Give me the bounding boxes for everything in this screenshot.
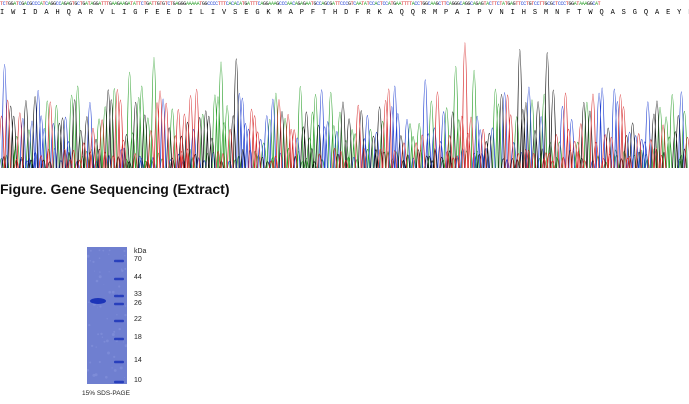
- gel-texture: [89, 260, 91, 262]
- gel-texture: [105, 375, 108, 379]
- gel-background: [87, 247, 127, 384]
- ladder-band-10: [114, 380, 124, 384]
- gel-texture: [97, 307, 98, 309]
- gel-texture: [98, 257, 101, 259]
- gel-texture: [111, 261, 113, 263]
- gel-texture: [123, 249, 126, 253]
- gel-texture: [108, 253, 110, 255]
- marker-label-10: 10: [134, 377, 142, 384]
- gel-texture: [106, 318, 108, 320]
- gel-texture: [119, 366, 123, 370]
- marker-label-22: 22: [134, 316, 142, 323]
- dna-sequence: TCTGGATCGACGCCCATCAGGCCAGAGTGCTGATAGGATT…: [0, 1, 601, 7]
- marker-label-70: 70: [134, 256, 142, 263]
- gel-texture: [103, 340, 106, 343]
- ladder-band-14: [114, 360, 124, 364]
- gel-texture: [89, 361, 92, 364]
- marker-label-26: 26: [134, 300, 142, 307]
- gel-texture: [124, 313, 127, 317]
- kda-unit-label: kDa: [134, 248, 147, 255]
- sds-page-figure: kDa 70 44 33 26 22 18 14 10 15% SDS-PAGE: [80, 245, 180, 400]
- gel-texture: [92, 260, 95, 263]
- ladder-band-18: [114, 337, 124, 341]
- gel-texture: [124, 255, 126, 257]
- gel-texture: [123, 341, 125, 343]
- gel-texture: [93, 270, 95, 272]
- gel-texture: [116, 314, 118, 316]
- figure-caption: Figure. Gene Sequencing (Extract): [0, 181, 230, 197]
- gel-texture: [121, 269, 124, 272]
- gel-caption: 15% SDS-PAGE: [82, 390, 130, 397]
- gel-texture: [100, 332, 103, 336]
- gel-texture: [99, 271, 101, 273]
- chromatogram-trace: [0, 42, 689, 169]
- gel-texture: [101, 336, 104, 338]
- gel-texture: [107, 351, 110, 355]
- gel-texture: [90, 344, 94, 348]
- gel-texture: [88, 301, 90, 303]
- gel-texture: [108, 249, 111, 252]
- gel-texture: [113, 355, 116, 358]
- gel-texture: [124, 305, 127, 307]
- gel-texture: [97, 333, 100, 336]
- ladder-band-70: [114, 259, 124, 263]
- gel-texture: [111, 290, 115, 294]
- gel-texture: [89, 249, 92, 252]
- gel-texture: [99, 305, 102, 308]
- gel-texture: [108, 290, 111, 294]
- protein-sequence: I W I D A H Q A R V L I G F E E D I L I …: [0, 9, 689, 17]
- gel-texture: [118, 327, 121, 331]
- gel-texture: [98, 360, 101, 364]
- sample-band: [90, 298, 106, 304]
- ladder-band-22: [114, 319, 124, 323]
- trace-base-a: [0, 57, 688, 169]
- ladder-band-33: [114, 294, 124, 298]
- gel-texture: [111, 367, 113, 369]
- gel-texture: [102, 249, 105, 252]
- gel-texture: [108, 271, 110, 273]
- gel-texture: [113, 369, 117, 372]
- gel-texture: [103, 284, 105, 285]
- gel-texture: [111, 333, 115, 336]
- ladder-band-44: [114, 277, 124, 281]
- marker-label-33: 33: [134, 291, 142, 298]
- marker-label-14: 14: [134, 357, 142, 364]
- gel-texture: [94, 373, 98, 377]
- gel-texture: [88, 324, 91, 327]
- marker-label-44: 44: [134, 274, 142, 281]
- ladder-band-26: [114, 302, 124, 306]
- gel-texture: [106, 339, 109, 343]
- gel-texture: [95, 346, 97, 348]
- gel-texture: [98, 249, 101, 252]
- gel-texture: [124, 267, 127, 270]
- gel-texture: [113, 330, 116, 333]
- gel-texture: [98, 275, 102, 279]
- gel-texture: [124, 376, 126, 378]
- gel-texture: [95, 279, 99, 283]
- gel-texture: [118, 285, 121, 288]
- gel-image: [87, 247, 127, 384]
- marker-label-18: 18: [134, 334, 142, 341]
